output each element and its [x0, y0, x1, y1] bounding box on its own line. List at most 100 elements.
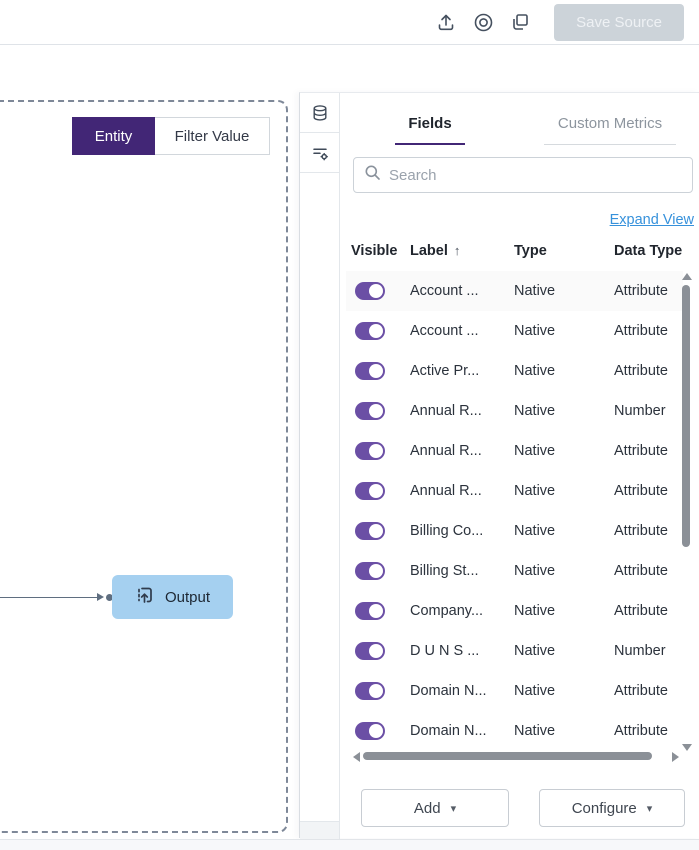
visibility-toggle[interactable] — [355, 602, 385, 620]
toggle-knob — [369, 404, 383, 418]
table-header: Visible Label↑ Type Data Type — [340, 243, 685, 263]
search-input[interactable] — [389, 167, 682, 184]
visibility-toggle[interactable] — [355, 722, 385, 740]
toggle-knob — [369, 684, 383, 698]
horizontal-scrollbar[interactable] — [353, 751, 679, 761]
toggle-knob — [369, 604, 383, 618]
field-type-cell: Native — [514, 523, 555, 539]
eye-icon[interactable] — [472, 11, 494, 33]
scroll-right-arrow-icon[interactable] — [672, 752, 679, 762]
visibility-toggle[interactable] — [355, 682, 385, 700]
field-type-cell: Native — [514, 643, 555, 659]
table-row[interactable]: Domain N... Native Attribute — [346, 711, 683, 751]
field-type-cell: Native — [514, 323, 555, 339]
save-source-button[interactable]: Save Source — [554, 4, 684, 41]
fields-panel: Fields Custom Metrics Expand View Visibl… — [299, 92, 699, 838]
vertical-scrollbar-thumb[interactable] — [682, 285, 690, 547]
toggle-knob — [369, 284, 383, 298]
field-type-cell: Native — [514, 443, 555, 459]
chevron-down-icon: ▾ — [451, 802, 457, 815]
tab-custom-metrics[interactable]: Custom Metrics — [520, 101, 699, 145]
visibility-toggle[interactable] — [355, 402, 385, 420]
scroll-up-arrow-icon[interactable] — [682, 273, 692, 280]
field-data-type-cell: Number — [614, 403, 666, 419]
visibility-toggle[interactable] — [355, 482, 385, 500]
designer-canvas[interactable] — [0, 100, 288, 833]
field-type-cell: Native — [514, 723, 555, 739]
table-row[interactable]: Billing Co... Native Attribute — [346, 511, 683, 551]
tab-fields[interactable]: Fields — [340, 101, 520, 145]
expand-view-link[interactable]: Expand View — [610, 212, 694, 228]
scroll-left-arrow-icon[interactable] — [353, 752, 360, 762]
column-header-type[interactable]: Type — [514, 243, 547, 259]
field-label-cell: Annual R... — [410, 443, 482, 459]
column-header-visible[interactable]: Visible — [351, 243, 397, 259]
table-row[interactable]: Domain N... Native Attribute — [346, 671, 683, 711]
visibility-toggle[interactable] — [355, 642, 385, 660]
visibility-toggle[interactable] — [355, 282, 385, 300]
database-icon[interactable] — [300, 93, 340, 133]
configure-button[interactable]: Configure ▾ — [539, 789, 685, 827]
table-row[interactable]: Annual R... Native Number — [346, 391, 683, 431]
vertical-scrollbar[interactable] — [681, 273, 691, 753]
tab-entity[interactable]: Entity — [72, 117, 155, 155]
app-root: Save Source Entity Filter Value Output — [0, 0, 699, 850]
field-label-cell: Billing Co... — [410, 523, 483, 539]
field-type-cell: Native — [514, 403, 555, 419]
field-data-type-cell: Attribute — [614, 523, 668, 539]
field-data-type-cell: Number — [614, 643, 666, 659]
add-button-label: Add — [414, 800, 441, 817]
scroll-down-arrow-icon[interactable] — [682, 744, 692, 751]
field-type-cell: Native — [514, 603, 555, 619]
table-row[interactable]: Billing St... Native Attribute — [346, 551, 683, 591]
field-table-body: Account ... Native Attribute Account ...… — [346, 271, 683, 751]
visibility-toggle[interactable] — [355, 362, 385, 380]
table-row[interactable]: Account ... Native Attribute — [346, 271, 683, 311]
field-data-type-cell: Attribute — [614, 563, 668, 579]
toggle-knob — [369, 484, 383, 498]
tab-fields-label: Fields — [408, 115, 451, 132]
field-label-cell: Company... — [410, 603, 483, 619]
output-node-label: Output — [165, 589, 210, 606]
visibility-toggle[interactable] — [355, 522, 385, 540]
table-row[interactable]: Annual R... Native Attribute — [346, 471, 683, 511]
horizontal-scrollbar-thumb[interactable] — [363, 752, 652, 760]
toggle-knob — [369, 724, 383, 738]
visibility-toggle[interactable] — [355, 562, 385, 580]
tab-custom-metrics-label: Custom Metrics — [558, 115, 662, 132]
field-settings-icon[interactable] — [300, 133, 340, 173]
visibility-toggle[interactable] — [355, 322, 385, 340]
export-icon — [135, 585, 155, 610]
table-row[interactable]: D U N S ... Native Number — [346, 631, 683, 671]
output-node[interactable]: Output — [112, 575, 233, 619]
table-row[interactable]: Company... Native Attribute — [346, 591, 683, 631]
field-type-cell: Native — [514, 483, 555, 499]
toggle-knob — [369, 324, 383, 338]
tab-filter-value[interactable]: Filter Value — [155, 117, 270, 155]
table-row[interactable]: Annual R... Native Attribute — [346, 431, 683, 471]
copy-icon[interactable] — [509, 11, 531, 33]
field-type-cell: Native — [514, 283, 555, 299]
field-search — [353, 157, 693, 193]
field-label-cell: Annual R... — [410, 483, 482, 499]
toggle-knob — [369, 444, 383, 458]
table-row[interactable]: Account ... Native Attribute — [346, 311, 683, 351]
sort-ascending-icon[interactable]: ↑ — [454, 243, 461, 258]
column-header-data-type[interactable]: Data Type — [614, 243, 682, 259]
upload-icon[interactable] — [435, 11, 457, 33]
table-row[interactable]: Active Pr... Native Attribute — [346, 351, 683, 391]
field-data-type-cell: Attribute — [614, 683, 668, 699]
field-label-cell: Billing St... — [410, 563, 479, 579]
visibility-toggle[interactable] — [355, 442, 385, 460]
field-data-type-cell: Attribute — [614, 483, 668, 499]
panel-tabs: Fields Custom Metrics — [340, 101, 699, 145]
column-header-label[interactable]: Label↑ — [410, 243, 460, 259]
node-type-switch: Entity Filter Value — [72, 117, 270, 155]
toggle-knob — [369, 364, 383, 378]
connector-line — [0, 597, 97, 598]
field-label-cell: Active Pr... — [410, 363, 479, 379]
add-button[interactable]: Add ▾ — [361, 789, 509, 827]
search-icon — [364, 164, 381, 186]
bottom-strip — [0, 839, 699, 850]
field-label-cell: Domain N... — [410, 683, 487, 699]
